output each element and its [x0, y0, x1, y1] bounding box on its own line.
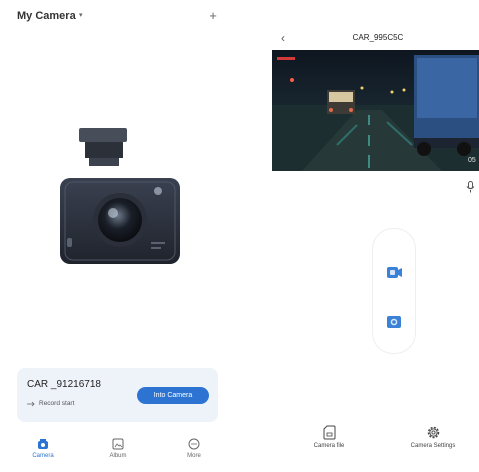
- camera-title: CAR_995C5C: [352, 33, 404, 42]
- sd-card-icon: [323, 425, 335, 440]
- video-record-button[interactable]: [383, 261, 405, 283]
- tab-album-label: Album: [109, 453, 127, 459]
- back-button[interactable]: ‹: [281, 31, 285, 45]
- chevron-down-icon[interactable]: ▾: [79, 11, 83, 19]
- camera-file-label: Camera file: [313, 443, 345, 449]
- record-arrow-icon: [27, 401, 35, 406]
- album-icon: [112, 438, 124, 450]
- camera-settings-button[interactable]: Camera Settings: [398, 425, 468, 449]
- tab-album[interactable]: Album: [93, 438, 143, 459]
- video-record-icon: [387, 267, 402, 278]
- camera-file-button[interactable]: Camera file: [304, 425, 354, 449]
- my-camera-screen: My Camera ▾ + CAR _91216718 Record start…: [0, 0, 236, 472]
- add-camera-button[interactable]: +: [206, 8, 220, 23]
- live-video-preview[interactable]: 05: [272, 50, 479, 171]
- camera-icon: [38, 439, 48, 449]
- camera-settings-label: Camera Settings: [410, 443, 456, 449]
- microphone-icon[interactable]: [466, 181, 475, 193]
- bottom-tab-bar: Camera Album More: [0, 438, 236, 472]
- live-view-screen: ‹ CAR_995C5C 05 Camera file Camera Setti…: [243, 0, 479, 472]
- video-frame: 05: [272, 50, 479, 171]
- tab-more[interactable]: More: [169, 438, 219, 459]
- video-overlay-text: 05: [468, 157, 476, 164]
- photo-capture-button[interactable]: [383, 310, 405, 332]
- more-icon: [188, 438, 200, 450]
- settings-gear-icon: [427, 426, 439, 439]
- page-title[interactable]: My Camera: [17, 10, 76, 22]
- tab-more-label: More: [187, 453, 201, 459]
- device-name: CAR _91216718: [27, 379, 101, 390]
- photo-capture-icon: [387, 315, 401, 328]
- plus-icon: +: [209, 8, 217, 23]
- device-status-label: Record start: [39, 400, 75, 407]
- device-card: CAR _91216718 Record start Into Camera: [17, 368, 218, 422]
- capture-controls: [372, 228, 416, 354]
- into-camera-button[interactable]: Into Camera: [137, 387, 209, 404]
- tab-camera[interactable]: Camera: [18, 438, 68, 459]
- device-status: Record start: [27, 400, 74, 407]
- tab-camera-label: Camera: [32, 453, 54, 459]
- dashcam-illustration: [60, 128, 180, 264]
